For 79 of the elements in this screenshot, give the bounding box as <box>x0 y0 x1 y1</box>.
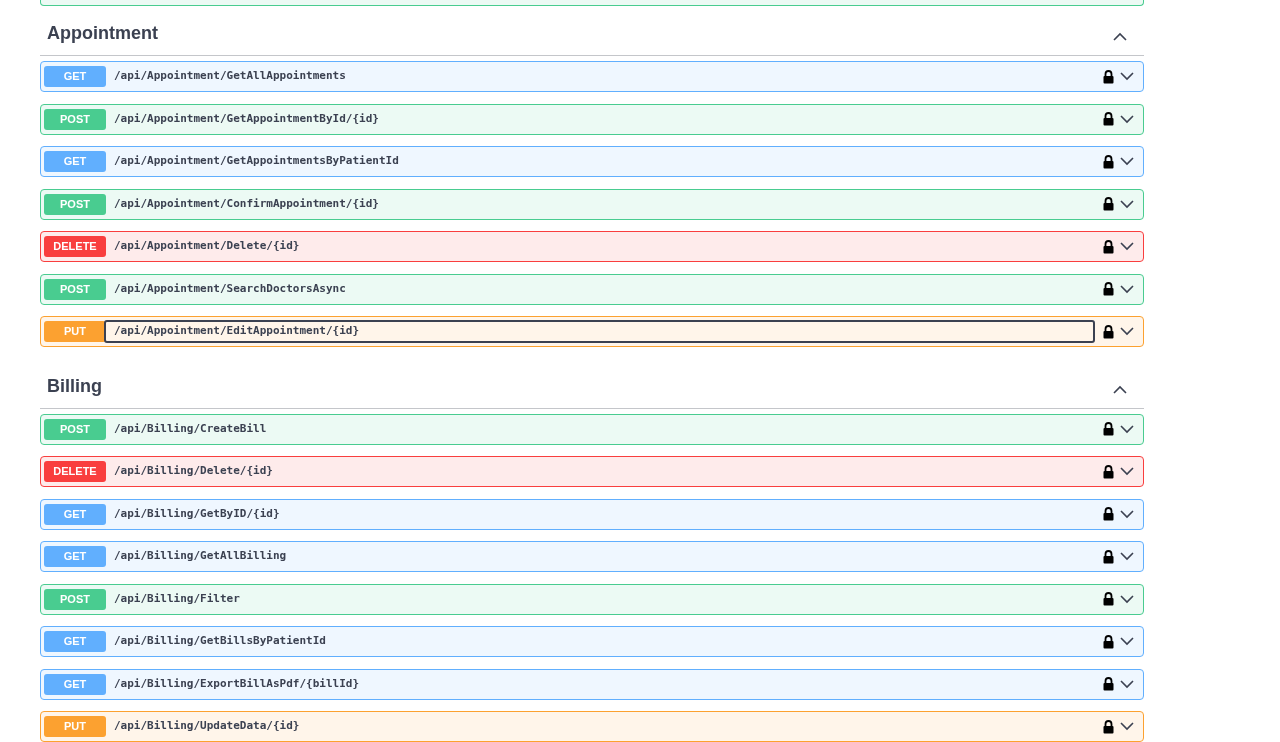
endpoint-row[interactable]: POST /api/Billing/CreateBill <box>40 413 1144 445</box>
lock-icon[interactable] <box>1103 422 1114 436</box>
chevron-icon[interactable] <box>1120 637 1134 646</box>
lock-icon[interactable] <box>1103 507 1114 521</box>
lock-icon[interactable] <box>1103 239 1114 254</box>
section-title[interactable]: Appointment <box>47 20 158 47</box>
chevron-icon[interactable] <box>1120 722 1134 731</box>
chevron-icon[interactable] <box>1120 284 1134 294</box>
chevron-icon[interactable] <box>1120 552 1134 561</box>
lock-icon[interactable] <box>1103 154 1114 169</box>
endpoint-path: /api/Appointment/SearchDoctorsAsync <box>114 280 346 297</box>
lock-icon[interactable] <box>1103 549 1114 564</box>
method-badge: PUT <box>44 321 106 342</box>
endpoint-row[interactable]: POST /api/Billing/Filter <box>40 583 1144 615</box>
endpoint-path: /api/Billing/Delete/{id} <box>114 463 273 480</box>
method-badge: GET <box>44 503 106 525</box>
lock-icon[interactable] <box>1103 282 1114 296</box>
endpoint-path: /api/Appointment/EditAppointment/{id} <box>114 323 360 340</box>
lock-icon[interactable] <box>1103 634 1114 649</box>
endpoint-row[interactable]: DELETE /api/Billing/Delete/{id} <box>40 456 1144 487</box>
endpoint-row[interactable]: GET /api/Billing/GetBillsByPatientId <box>40 626 1144 657</box>
endpoint-row[interactable]: DELETE /api/Appointment/Delete/{id} <box>40 231 1144 262</box>
endpoint-row[interactable]: GET /api/Billing/ExportBillAsPdf/{billId} <box>40 668 1144 700</box>
chevron-icon[interactable] <box>1120 594 1134 604</box>
chevron-icon[interactable] <box>1113 384 1127 394</box>
endpoint-row[interactable]: GET /api/Appointment/GetAllAppointments <box>40 61 1144 92</box>
method-badge: POST <box>44 108 106 130</box>
lock-icon[interactable] <box>1103 112 1114 126</box>
chevron-icon[interactable] <box>1113 32 1127 41</box>
endpoint-row[interactable]: PUT /api/Appointment/EditAppointment/{id} <box>40 316 1144 347</box>
endpoint-path: /api/Appointment/Delete/{id} <box>114 238 300 255</box>
method-badge: POST <box>44 193 106 215</box>
method-badge: PUT <box>44 716 106 737</box>
chevron-icon[interactable] <box>1120 467 1134 476</box>
lock-icon[interactable] <box>1103 324 1114 339</box>
endpoint-path: /api/Billing/Filter <box>114 590 240 607</box>
method-badge: DELETE <box>44 236 106 257</box>
chevron-icon[interactable] <box>1120 157 1134 166</box>
endpoint-path: /api/Appointment/GetAllAppointments <box>114 68 346 85</box>
lock-icon[interactable] <box>1103 719 1114 734</box>
endpoint-path: /api/Billing/ExportBillAsPdf/{billId} <box>114 675 360 692</box>
endpoint-row[interactable]: PUT /api/Billing/UpdateData/{id} <box>40 711 1144 742</box>
chevron-icon[interactable] <box>1120 72 1134 81</box>
method-badge: POST <box>44 418 106 440</box>
chevron-icon[interactable] <box>1120 242 1134 251</box>
chevron-icon[interactable] <box>1120 679 1134 689</box>
endpoint-path: /api/Billing/GetAllBilling <box>114 548 287 565</box>
endpoint-path: /api/Appointment/GetAppointmentById/{id} <box>114 110 379 127</box>
endpoint-row[interactable]: GET /api/Billing/GetAllBilling <box>40 541 1144 572</box>
method-badge: GET <box>44 631 106 652</box>
method-badge: POST <box>44 278 106 300</box>
method-badge: GET <box>44 151 106 172</box>
endpoint-row[interactable]: POST /api/Appointment/ConfirmAppointment/{id} <box>40 188 1144 220</box>
endpoint-path: /api/Billing/UpdateData/{id} <box>114 718 300 735</box>
method-badge: POST <box>44 588 106 610</box>
endpoint-path: /api/Appointment/ConfirmAppointment/{id} <box>114 195 379 212</box>
method-badge: GET <box>44 546 106 567</box>
endpoint-path: /api/Appointment/GetAppointmentsByPatientId <box>114 153 399 170</box>
method-badge: DELETE <box>44 461 106 482</box>
endpoint-path: /api/Billing/GetByID/{id} <box>114 505 280 522</box>
lock-icon[interactable] <box>1103 592 1114 606</box>
endpoint-row[interactable]: GET /api/Appointment/GetAppointmentsByPatientId <box>40 146 1144 177</box>
chevron-icon[interactable] <box>1120 424 1134 434</box>
lock-icon[interactable] <box>1103 197 1114 211</box>
endpoint-row[interactable]: GET /api/Billing/GetByID/{id} <box>40 498 1144 530</box>
chevron-icon[interactable] <box>1120 509 1134 519</box>
endpoint-row[interactable]: POST /api/Appointment/GetAppointmentById/{id} <box>40 103 1144 135</box>
lock-icon[interactable] <box>1103 464 1114 479</box>
endpoint-path: /api/Billing/CreateBill <box>114 420 267 437</box>
lock-icon[interactable] <box>1103 69 1114 84</box>
endpoint-row[interactable]: POST /api/Appointment/SearchDoctorsAsync <box>40 273 1144 305</box>
endpoint-path: /api/Billing/GetBillsByPatientId <box>114 633 326 650</box>
method-badge: GET <box>44 673 106 695</box>
chevron-icon[interactable] <box>1120 114 1134 124</box>
chevron-icon[interactable] <box>1120 327 1134 336</box>
method-badge: GET <box>44 66 106 87</box>
section-title[interactable]: Billing <box>47 372 102 400</box>
lock-icon[interactable] <box>1103 677 1114 691</box>
chevron-icon[interactable] <box>1120 199 1134 209</box>
